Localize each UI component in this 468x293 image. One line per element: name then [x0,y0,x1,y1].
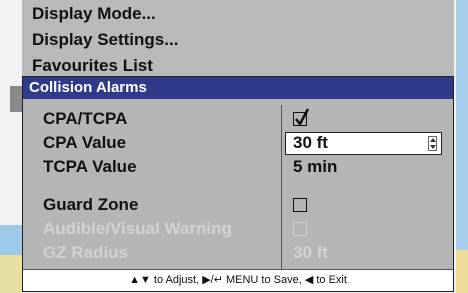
cpa-tcpa-label: CPA/TCPA [43,109,128,128]
help-footer: ▲▼ to Adjust, ▶/↵ MENU to Save, ◀ to Exi… [23,269,453,291]
audible-visual-warning-label: Audible/Visual Warning [43,219,232,238]
row-cpa-value[interactable]: CPA Value 30 ft [23,131,453,155]
cpa-value-label: CPA Value [43,133,127,152]
menu-item-display-mode[interactable]: Display Mode... [32,4,156,24]
cpa-value-text: 30 ft [293,133,328,152]
guard-zone-checkbox[interactable] [293,198,307,212]
collision-alarms-dialog: Collision Alarms CPA/TCPA CPA Value 30 f… [22,76,454,292]
row-guard-zone[interactable]: Guard Zone [23,193,453,217]
gz-radius-value: 30 ft [293,243,328,262]
tcpa-value-text: 5 min [293,157,338,176]
audible-visual-warning-checkbox [293,222,307,236]
menu-edge [10,86,22,112]
gz-radius-label: GZ Radius [43,243,129,262]
row-cpa-tcpa[interactable]: CPA/TCPA [23,107,453,131]
land-area [456,250,468,293]
cpa-tcpa-checkbox[interactable] [293,108,310,127]
land-area [0,255,22,293]
cpa-value-spinbox[interactable]: 30 ft [285,132,442,155]
dialog-title: Collision Alarms [23,77,453,99]
menu-item-display-settings[interactable]: Display Settings... [32,30,178,50]
row-tcpa-value[interactable]: TCPA Value 5 min [23,155,453,179]
checkmark-icon [295,108,310,127]
row-gz-radius: GZ Radius 30 ft [23,241,453,265]
menu-item-favourites-list[interactable]: Favourites List [32,56,153,76]
tcpa-value-label: TCPA Value [43,157,137,176]
guard-zone-label: Guard Zone [43,195,139,214]
row-audible-visual-warning: Audible/Visual Warning [23,217,453,241]
display-menu: Display Mode... Display Settings... Favo… [22,0,454,78]
spin-arrows-icon[interactable] [428,136,437,151]
